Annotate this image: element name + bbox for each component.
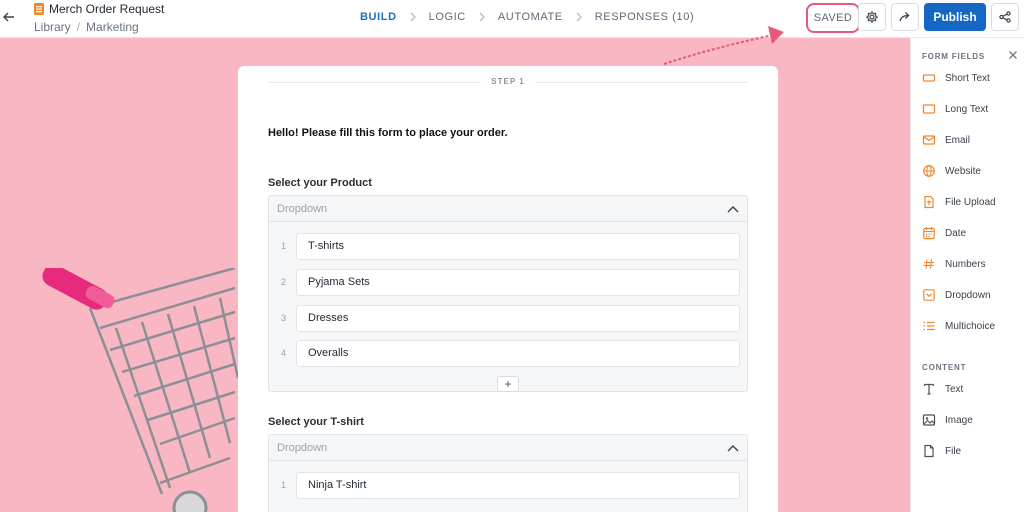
tab-automate[interactable]: AUTOMATE xyxy=(498,11,563,23)
dropdown-placeholder: Dropdown xyxy=(277,441,328,454)
field-label: Email xyxy=(945,134,971,146)
field-label: Numbers xyxy=(945,258,986,270)
option-number: 4 xyxy=(281,348,287,358)
chevron-right-icon xyxy=(410,12,416,22)
breadcrumb-library[interactable]: Library xyxy=(34,20,71,34)
chevron-up-icon[interactable] xyxy=(727,205,739,213)
form-title-row: Merch Order Request xyxy=(34,2,164,16)
email-icon xyxy=(922,133,936,147)
step-heading: STEP 1 xyxy=(238,77,778,86)
saved-status: SAVED xyxy=(806,3,860,33)
field-email[interactable]: Email xyxy=(922,130,970,150)
field-label: Website xyxy=(945,165,981,177)
form-card: STEP 1 Hello! Please fill this form to p… xyxy=(238,66,778,512)
dropdown-header[interactable]: Dropdown xyxy=(269,435,747,461)
field-label: Dropdown xyxy=(945,289,991,301)
option-input[interactable]: Overalls xyxy=(296,340,740,367)
dropdown-question[interactable]: Dropdown 1 T-shirts 2 Pyjama Sets 3 Dres… xyxy=(268,195,748,392)
gear-icon xyxy=(866,11,878,23)
image-icon xyxy=(922,413,936,427)
option-input[interactable]: Ninja T-shirt xyxy=(296,472,740,499)
list-item: 1 Ninja T-shirt xyxy=(269,472,749,500)
calendar-icon xyxy=(922,226,936,240)
short-text-icon xyxy=(922,71,936,85)
long-text-icon xyxy=(922,102,936,116)
field-numbers[interactable]: Numbers xyxy=(922,254,986,274)
publish-button[interactable]: Publish xyxy=(924,3,986,31)
multichoice-icon xyxy=(922,319,936,333)
field-multichoice[interactable]: Multichoice xyxy=(922,316,995,336)
content-label: Image xyxy=(945,414,973,426)
top-bar: Merch Order Request Library / Marketing … xyxy=(0,0,1024,38)
option-input[interactable]: Pyjama Sets xyxy=(296,269,740,296)
field-label: Long Text xyxy=(945,103,989,115)
tab-build[interactable]: BUILD xyxy=(360,11,397,23)
field-short-text[interactable]: Short Text xyxy=(922,68,990,88)
content-text[interactable]: Text xyxy=(922,379,963,399)
close-icon[interactable] xyxy=(1008,50,1018,60)
option-number: 1 xyxy=(281,480,287,490)
content-heading: CONTENT xyxy=(922,363,967,372)
shopping-cart-background-image xyxy=(42,268,240,512)
form-fields-heading: FORM FIELDS xyxy=(922,52,986,61)
field-dropdown[interactable]: Dropdown xyxy=(922,285,991,305)
field-label: Date xyxy=(945,227,967,239)
list-item: 4 Overalls xyxy=(269,340,749,368)
field-label: Multichoice xyxy=(945,320,996,332)
step-navigation: BUILD LOGIC AUTOMATE RESPONSES (10) xyxy=(360,11,694,23)
field-long-text[interactable]: Long Text xyxy=(922,99,988,119)
field-file-upload[interactable]: File Upload xyxy=(922,192,996,212)
question-label[interactable]: Select your Product xyxy=(268,177,372,189)
share-arrow-icon xyxy=(899,12,910,22)
dropdown-placeholder: Dropdown xyxy=(277,202,328,215)
fields-panel: FORM FIELDS Short Text Long Text Email W… xyxy=(910,38,1024,512)
chevron-right-icon xyxy=(479,12,485,22)
option-input[interactable]: T-shirts xyxy=(296,233,740,260)
content-file[interactable]: File xyxy=(922,441,961,461)
form-title[interactable]: Merch Order Request xyxy=(49,2,164,16)
list-item: 1 T-shirts xyxy=(269,233,749,261)
breadcrumb: Library / Marketing xyxy=(34,20,139,34)
field-label: Short Text xyxy=(945,72,990,84)
question-label[interactable]: Select your T-shirt xyxy=(268,416,364,428)
field-label: File Upload xyxy=(945,196,996,208)
dropdown-question[interactable]: Dropdown 1 Ninja T-shirt xyxy=(268,434,748,512)
file-upload-icon xyxy=(922,195,936,209)
option-number: 2 xyxy=(281,277,287,287)
social-share-button[interactable] xyxy=(991,3,1019,31)
field-website[interactable]: Website xyxy=(922,161,981,181)
tab-logic[interactable]: LOGIC xyxy=(429,11,466,23)
settings-button[interactable] xyxy=(858,3,886,31)
share-nodes-icon xyxy=(999,11,1011,23)
dropdown-icon xyxy=(922,288,936,302)
option-number: 3 xyxy=(281,313,287,323)
content-label: File xyxy=(945,445,962,457)
dropdown-header[interactable]: Dropdown xyxy=(269,196,747,222)
add-option-button[interactable]: + xyxy=(497,376,519,392)
content-image[interactable]: Image xyxy=(922,410,973,430)
share-button[interactable] xyxy=(891,3,919,31)
list-item: 2 Pyjama Sets xyxy=(269,269,749,297)
option-number: 1 xyxy=(281,241,287,251)
chevron-up-icon[interactable] xyxy=(727,444,739,452)
form-canvas: STEP 1 Hello! Please fill this form to p… xyxy=(0,38,910,512)
text-icon xyxy=(922,382,936,396)
numbers-icon xyxy=(922,257,936,271)
option-input[interactable]: Dresses xyxy=(296,305,740,332)
form-intro-text[interactable]: Hello! Please fill this form to place yo… xyxy=(268,127,508,139)
list-item: 3 Dresses xyxy=(269,305,749,333)
breadcrumb-separator: / xyxy=(76,20,81,34)
step-label: STEP 1 xyxy=(481,77,535,86)
annotation-arrow xyxy=(663,26,784,65)
form-icon xyxy=(34,3,44,15)
file-icon xyxy=(922,444,936,458)
chevron-right-icon xyxy=(576,12,582,22)
back-arrow-icon[interactable] xyxy=(1,9,17,25)
content-label: Text xyxy=(945,383,964,395)
breadcrumb-marketing[interactable]: Marketing xyxy=(86,20,139,34)
field-date[interactable]: Date xyxy=(922,223,966,243)
globe-icon xyxy=(922,164,936,178)
